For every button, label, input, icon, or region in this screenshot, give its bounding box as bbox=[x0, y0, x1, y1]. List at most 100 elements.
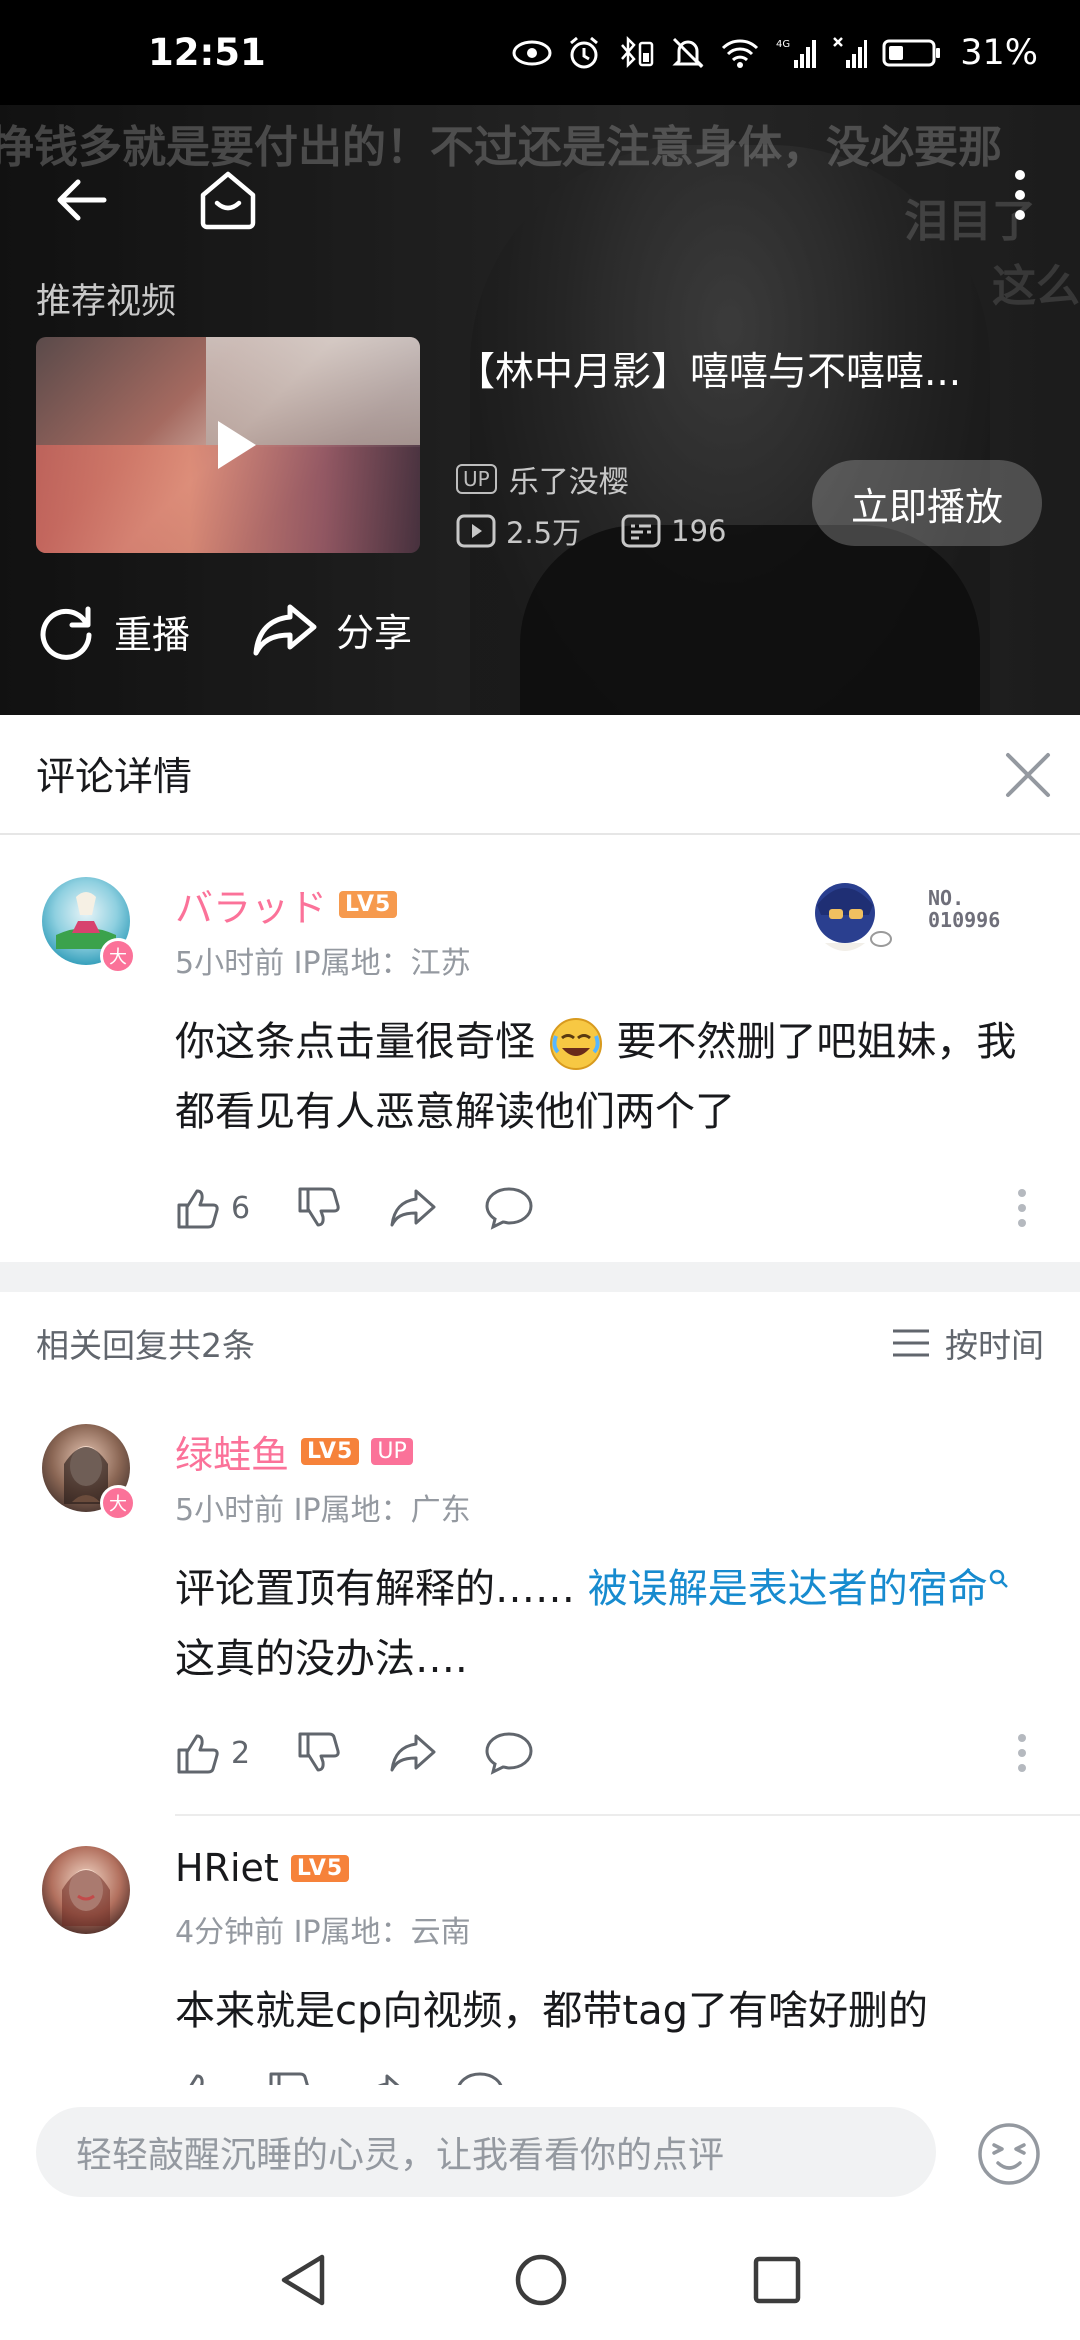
comment-ip: IP属地：云南 bbox=[293, 1915, 471, 1950]
comment-more-icon[interactable] bbox=[1016, 1187, 1028, 1229]
thumb-up-icon bbox=[189, 2074, 204, 2085]
mute-bell-icon bbox=[672, 37, 704, 68]
more-options-button[interactable] bbox=[980, 155, 1060, 235]
eye-icon bbox=[512, 40, 552, 65]
forward-button[interactable] bbox=[388, 1185, 438, 1231]
level-badge: LV5 bbox=[339, 891, 398, 918]
comment-time: 5小时前 bbox=[175, 1493, 285, 1528]
status-icons: 4G 31% bbox=[512, 33, 1038, 73]
emoji-icon[interactable] bbox=[976, 2121, 1042, 2187]
recommend-author: 乐了没樱 bbox=[508, 465, 629, 500]
nav-back-icon[interactable] bbox=[278, 2253, 330, 2307]
video-player[interactable]: 挣钱多就是要付出的！不过还是注意身体，没必要那 泪目了 这么 推荐视频 【林中月… bbox=[0, 105, 1080, 715]
nameplate-number: 010996 bbox=[928, 908, 1001, 932]
username[interactable]: バラッド bbox=[175, 877, 327, 932]
search-icon[interactable] bbox=[988, 1568, 1010, 1590]
thumb-down-icon bbox=[298, 1732, 340, 1772]
back-button[interactable] bbox=[42, 160, 122, 240]
dislike-button[interactable] bbox=[267, 2070, 313, 2085]
alarm-icon bbox=[570, 36, 599, 68]
reply-button[interactable] bbox=[455, 2070, 505, 2085]
search-link[interactable]: 被误解是表达者的宿命 bbox=[588, 1566, 988, 1612]
chat-bubble-icon bbox=[485, 1187, 533, 1230]
up-tag: UP bbox=[456, 464, 497, 494]
comment-actions: 6 bbox=[175, 1185, 580, 1231]
play-now-button[interactable]: 立即播放 bbox=[812, 460, 1042, 546]
fan-nameplate-avatar bbox=[815, 883, 892, 951]
bluetooth-battery-icon bbox=[621, 35, 654, 68]
avatar-badge: 大 bbox=[100, 938, 136, 974]
dislike-button[interactable] bbox=[296, 1185, 342, 1231]
views-stat: 2.5万 bbox=[456, 510, 581, 552]
comment-ip: IP属地：广东 bbox=[293, 1493, 471, 1528]
thumb-up-icon bbox=[177, 1734, 219, 1774]
nav-recents-icon[interactable] bbox=[752, 2255, 802, 2305]
system-nav-bar bbox=[0, 2220, 1080, 2340]
reply-button[interactable] bbox=[484, 1730, 534, 1776]
comment-actions bbox=[175, 2070, 551, 2085]
share-icon bbox=[253, 604, 317, 656]
more-vertical-icon bbox=[1015, 170, 1025, 220]
close-icon[interactable] bbox=[998, 745, 1058, 805]
wifi-icon bbox=[722, 38, 759, 68]
comment-user-line: 绿蛙鱼 LV5 UP bbox=[175, 1424, 413, 1479]
replay-button[interactable]: 重播 bbox=[36, 601, 190, 661]
chat-bubble-icon bbox=[485, 1732, 533, 1775]
home-button[interactable] bbox=[188, 160, 268, 240]
back-arrow-icon bbox=[57, 179, 107, 221]
thumb-up-icon bbox=[177, 1189, 219, 1229]
replies-count: 相关回复共2条 bbox=[36, 1326, 255, 1365]
comment-meta: 5小时前 IP属地：广东 bbox=[175, 1485, 471, 1529]
replay-icon bbox=[40, 606, 92, 660]
comment-meta: 5小时前 IP属地：江苏 bbox=[175, 938, 471, 982]
comment-text-part1: 你这条点击量很奇怪 bbox=[175, 1019, 535, 1065]
comment-input[interactable]: 轻轻敲醒沉睡的心灵，让我看看你的点评 bbox=[36, 2107, 936, 2197]
forward-button[interactable] bbox=[359, 2070, 409, 2085]
comment-text: 你这条点击量很奇怪 要不然删了吧姐妹，我都看见有人恶意解读他们两个了 bbox=[175, 1007, 1035, 1147]
tv-home-icon bbox=[200, 171, 256, 230]
forward-button[interactable] bbox=[388, 1730, 438, 1776]
sort-label: 按时间 bbox=[945, 1326, 1044, 1365]
battery-icon bbox=[882, 39, 941, 66]
level-badge: LV5 bbox=[301, 1438, 360, 1465]
reply-comment: HRiet LV5 4分钟前 IP属地：云南 本来就是cp向视频，都带tag了有… bbox=[0, 1816, 1080, 2085]
thumb-down-icon bbox=[298, 1187, 340, 1227]
comment-text-after: 这真的没办法…. bbox=[175, 1636, 468, 1682]
signal-icon: 4G bbox=[776, 39, 817, 68]
comment-detail-header: 评论详情 bbox=[0, 715, 1080, 835]
recommend-title[interactable]: 【林中月影】嘻嘻与不嘻嘻... bbox=[456, 341, 1016, 397]
avatar[interactable] bbox=[42, 1846, 130, 1934]
replay-label: 重播 bbox=[114, 612, 191, 657]
danmaku-count: 196 bbox=[671, 514, 727, 548]
comment-time: 4分钟前 bbox=[175, 1915, 285, 1950]
like-button[interactable]: 6 bbox=[175, 1185, 250, 1231]
comment-ip: IP属地：江苏 bbox=[293, 946, 471, 981]
share-button[interactable]: 分享 bbox=[252, 601, 412, 657]
username[interactable]: HRiet bbox=[175, 1846, 279, 1890]
section-divider bbox=[0, 1262, 1080, 1292]
reply-button[interactable] bbox=[484, 1185, 534, 1231]
like-button[interactable] bbox=[175, 2070, 221, 2085]
avatar-image bbox=[62, 1869, 110, 1926]
comment-user-line: バラッド LV5 bbox=[175, 877, 398, 932]
comment-detail-title: 评论详情 bbox=[36, 755, 193, 800]
comment-more-icon[interactable] bbox=[1016, 1732, 1028, 1774]
nav-home-icon[interactable] bbox=[514, 2253, 568, 2307]
recommend-uploader[interactable]: UP 乐了没樱 bbox=[456, 457, 629, 501]
like-button[interactable]: 2 bbox=[175, 1730, 250, 1776]
svg-text:4G: 4G bbox=[776, 39, 790, 50]
share-arrow-icon bbox=[390, 1189, 436, 1227]
comment-text-before: 评论置顶有解释的…… bbox=[175, 1566, 588, 1612]
chat-bubble-icon bbox=[457, 2072, 503, 2085]
username[interactable]: 绿蛙鱼 bbox=[175, 1424, 289, 1479]
dislike-button[interactable] bbox=[296, 1730, 342, 1776]
danmaku-icon bbox=[621, 514, 661, 548]
recommend-thumbnail[interactable] bbox=[36, 337, 420, 553]
signal-no-sim-icon bbox=[833, 36, 868, 68]
sort-by-time-button[interactable]: 按时间 bbox=[891, 1319, 1044, 1367]
laugh-cry-emoji-icon bbox=[549, 1018, 602, 1070]
comment-time: 5小时前 bbox=[175, 946, 285, 981]
comment-input-bar: 轻轻敲醒沉睡的心灵，让我看看你的点评 bbox=[0, 2085, 1080, 2220]
nameplate-label: NO. bbox=[928, 886, 965, 910]
share-label: 分享 bbox=[336, 610, 413, 655]
